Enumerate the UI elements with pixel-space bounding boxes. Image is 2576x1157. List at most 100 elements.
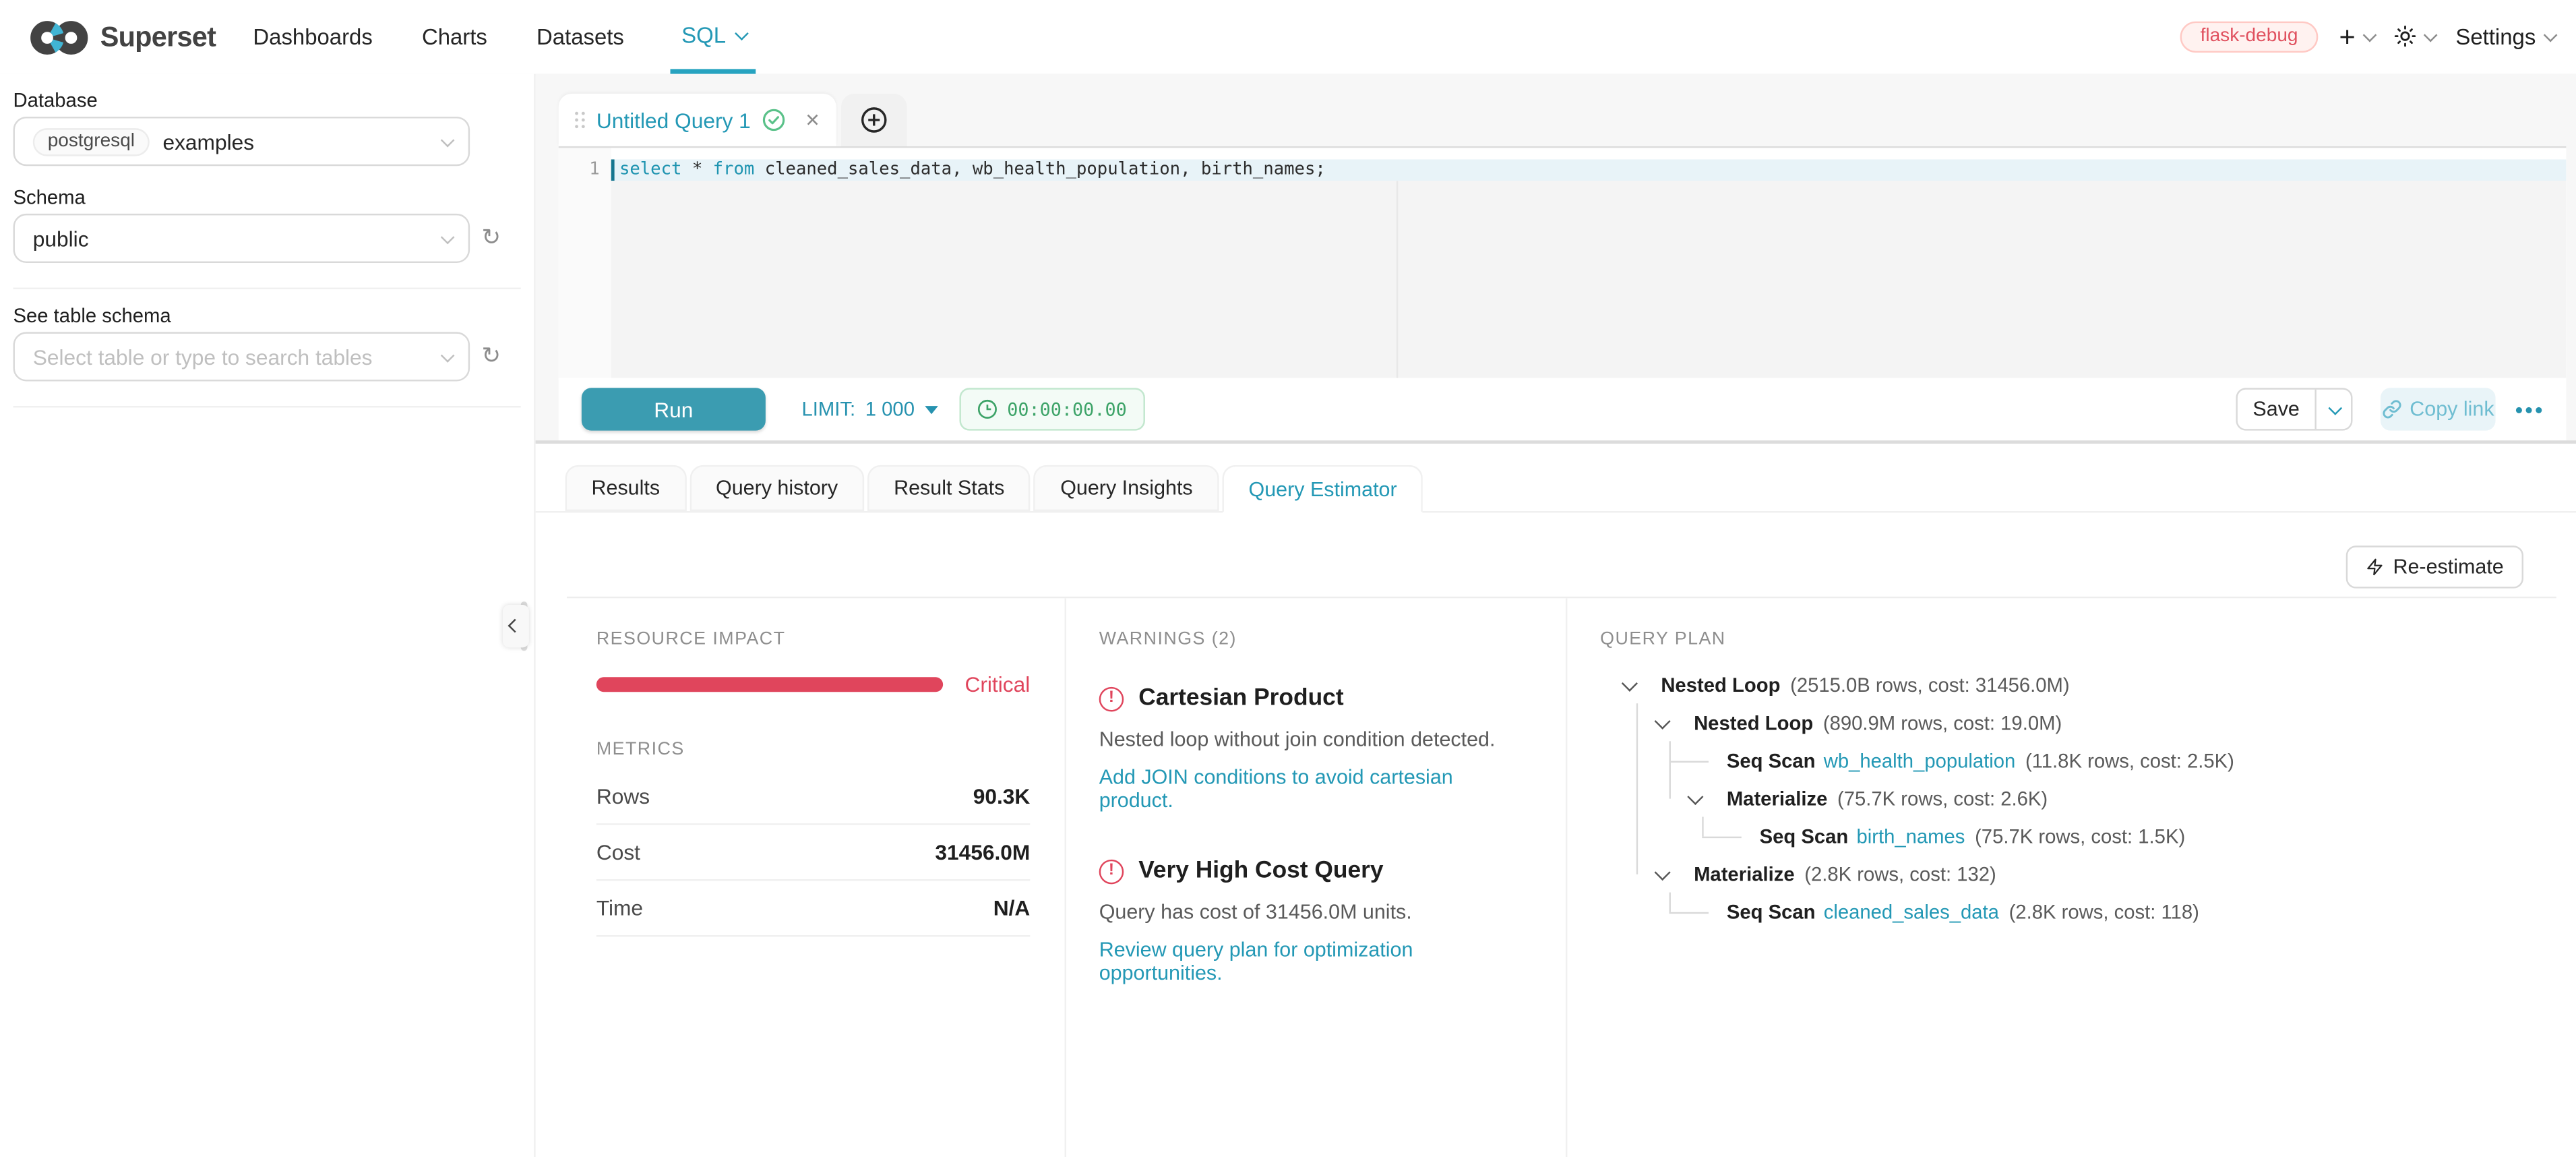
caret-down-icon xyxy=(925,405,938,413)
brand-name: Superset xyxy=(100,20,216,53)
plan-node: Seq Scan wb_health_population (11.8K row… xyxy=(1600,741,2523,779)
results-tabbar: Results Query history Result Stats Query… xyxy=(565,465,1423,513)
sqllab-sidebar: Database postgresql examples Schema publ… xyxy=(0,74,536,1157)
tree-caret[interactable] xyxy=(1686,792,1702,803)
plan-node: Nested Loop (890.9M rows, cost: 19.0M) xyxy=(1600,703,2523,741)
query-plan-section: QUERY PLAN Nested Loop (2515.0B rows, co… xyxy=(1566,598,2556,1157)
drag-handle-icon xyxy=(575,112,585,128)
tree-caret[interactable] xyxy=(1620,679,1636,690)
tab-results[interactable]: Results xyxy=(565,465,687,511)
table-select-placeholder: Select table or type to search tables xyxy=(33,345,373,369)
plan-table-link[interactable]: cleaned_sales_data xyxy=(1824,900,1999,923)
tab-query-estimator[interactable]: Query Estimator xyxy=(1223,465,1423,513)
superset-logo-icon xyxy=(30,18,89,57)
database-value: examples xyxy=(162,129,254,154)
schema-value: public xyxy=(33,226,89,251)
plan-node: Nested Loop (2515.0B rows, cost: 31456.0… xyxy=(1600,665,2523,703)
query-timer: 00:00:00.00 xyxy=(960,388,1145,430)
save-button[interactable]: Save xyxy=(2236,388,2352,430)
chevron-down-icon xyxy=(440,134,453,146)
save-dropdown-button[interactable] xyxy=(2317,390,2351,429)
saved-check-icon xyxy=(762,109,785,131)
environment-badge: flask-debug xyxy=(2180,20,2317,51)
nav-item-datasets[interactable]: Datasets xyxy=(533,0,627,74)
editor-toolbar: Run LIMIT: 1 000 00:00:00.00 Save xyxy=(559,378,2567,441)
table-select[interactable]: Select table or type to search tables xyxy=(13,332,470,381)
editor-background xyxy=(611,180,2567,380)
nav-menu: Dashboards Charts Datasets SQL xyxy=(250,0,757,74)
impact-progress-bar xyxy=(596,677,944,692)
lightning-icon xyxy=(2365,557,2383,576)
warning-high-cost: ! Very High Cost Query Query has cost of… xyxy=(1099,858,1527,984)
nav-item-dashboards[interactable]: Dashboards xyxy=(250,0,376,74)
tree-caret[interactable] xyxy=(1653,868,1669,879)
chevron-down-icon xyxy=(2363,28,2376,41)
chevron-left-icon xyxy=(510,620,522,632)
sql-editor[interactable]: 1 select * from cleaned_sales_data, wb_h… xyxy=(559,146,2567,380)
sun-icon xyxy=(2394,25,2417,48)
collapse-sidebar-button[interactable] xyxy=(503,605,529,647)
metrics-title: METRICS xyxy=(596,740,1031,759)
new-item-button[interactable]: + xyxy=(2339,22,2372,50)
plan-node: Seq Scan cleaned_sales_data (2.8K rows, … xyxy=(1600,893,2523,930)
database-select[interactable]: postgresql examples xyxy=(13,117,470,166)
table-schema-label: See table schema xyxy=(13,304,171,327)
more-options-button[interactable]: ••• xyxy=(2515,388,2545,430)
plus-icon: + xyxy=(2339,22,2355,50)
query-tab-title: Untitled Query 1 xyxy=(596,108,751,133)
warning-suggestion-link[interactable]: Review query plan for optimization oppor… xyxy=(1099,939,1527,984)
copy-link-button[interactable]: Copy link xyxy=(2381,388,2496,430)
add-tab-button[interactable] xyxy=(841,94,907,146)
main-pane: Untitled Query 1 ✕ xyxy=(536,74,2576,1157)
refresh-schema-icon[interactable]: ↻ xyxy=(478,224,504,250)
warnings-title: WARNINGS (2) xyxy=(1099,630,1527,649)
impact-level: Critical xyxy=(964,672,1030,697)
settings-menu[interactable]: Settings xyxy=(2455,24,2552,49)
nav-item-sql[interactable]: SQL xyxy=(670,0,756,74)
timer-value: 00:00:00.00 xyxy=(1007,398,1127,420)
resource-impact-section: RESOURCE IMPACT Critical METRICS Rows 90… xyxy=(567,598,1065,1157)
tree-rail xyxy=(1669,741,1671,798)
divider xyxy=(13,288,521,289)
tree-caret[interactable] xyxy=(1653,717,1669,728)
top-nav: Superset Dashboards Charts Datasets SQL … xyxy=(0,0,2576,76)
query-plan-tree: Nested Loop (2515.0B rows, cost: 31456.0… xyxy=(1600,665,2523,930)
results-pane: Results Query history Result Stats Query… xyxy=(536,444,2576,1157)
warning-description: Nested loop without join condition detec… xyxy=(1099,728,1527,751)
limit-dropdown[interactable]: LIMIT: 1 000 xyxy=(802,388,938,430)
warning-description: Query has cost of 31456.0M units. xyxy=(1099,901,1527,924)
database-engine-tag: postgresql xyxy=(33,127,150,155)
chevron-down-icon xyxy=(2329,402,2341,415)
query-tab[interactable]: Untitled Query 1 ✕ xyxy=(559,94,836,146)
warning-suggestion-link[interactable]: Add JOIN conditions to avoid cartesian p… xyxy=(1099,766,1527,812)
close-icon[interactable]: ✕ xyxy=(805,109,820,131)
tree-rail xyxy=(1636,703,1638,874)
chevron-down-icon xyxy=(2424,28,2437,41)
plan-table-link[interactable]: birth_names xyxy=(1856,824,1965,847)
nav-item-charts[interactable]: Charts xyxy=(419,0,491,74)
divider xyxy=(13,406,521,407)
database-label: Database xyxy=(13,89,98,112)
line-number: 1 xyxy=(559,159,600,179)
estimator-content: RESOURCE IMPACT Critical METRICS Rows 90… xyxy=(567,597,2556,1157)
query-plan-title: QUERY PLAN xyxy=(1600,630,2523,649)
tab-query-insights[interactable]: Query Insights xyxy=(1034,465,1219,511)
metric-row-time: Time N/A xyxy=(596,881,1031,937)
tab-query-history[interactable]: Query history xyxy=(689,465,864,511)
superset-logo[interactable]: Superset xyxy=(30,0,216,74)
plan-node: Materialize (75.7K rows, cost: 2.6K) xyxy=(1600,779,2523,817)
query-tabstrip: Untitled Query 1 ✕ xyxy=(559,94,2567,146)
tab-result-stats[interactable]: Result Stats xyxy=(867,465,1031,511)
nav-right: flask-debug + Settings xyxy=(2180,0,2553,72)
schema-select[interactable]: public xyxy=(13,214,470,263)
plus-circle-icon xyxy=(861,107,888,133)
refresh-tables-icon[interactable]: ↻ xyxy=(478,342,504,368)
chevron-down-icon xyxy=(440,349,453,362)
link-icon xyxy=(2382,399,2401,419)
run-button[interactable]: Run xyxy=(582,388,766,430)
reestimate-button[interactable]: Re-estimate xyxy=(2345,545,2523,588)
plan-node: Materialize (2.8K rows, cost: 132) xyxy=(1600,855,2523,893)
superset-sql-lab: Superset Dashboards Charts Datasets SQL … xyxy=(0,0,2576,1157)
plan-table-link[interactable]: wb_health_population xyxy=(1824,748,2016,771)
theme-toggle[interactable] xyxy=(2394,25,2434,48)
